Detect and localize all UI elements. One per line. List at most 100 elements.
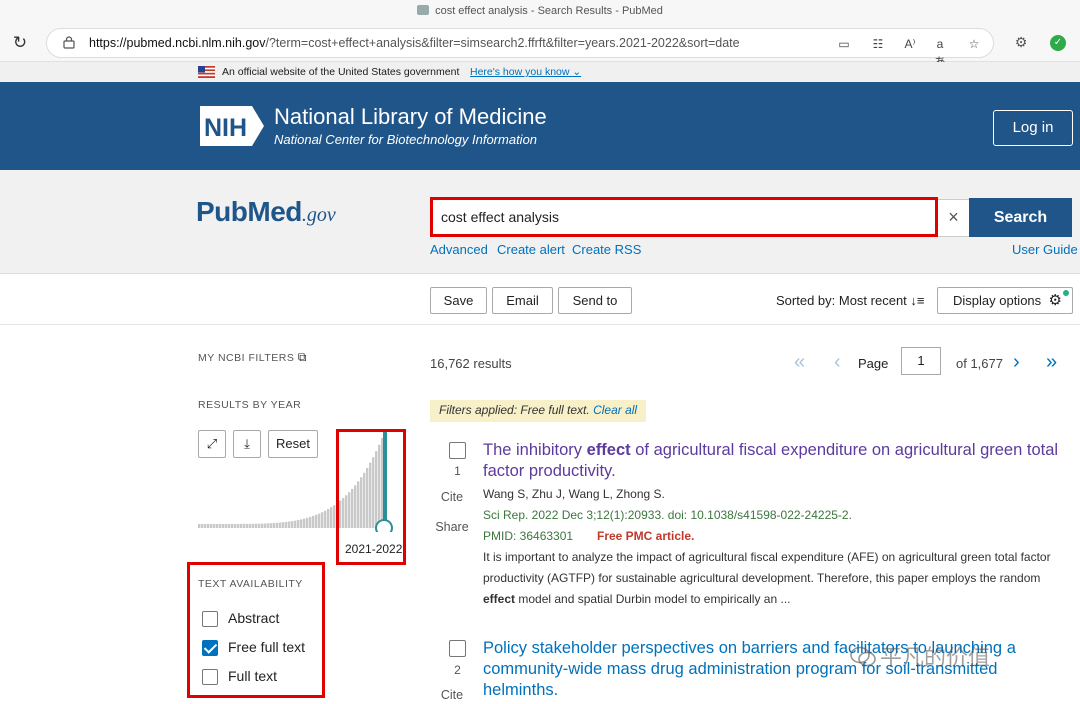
histogram-bar	[294, 520, 297, 528]
histogram-bar	[318, 513, 321, 528]
reload-icon[interactable]: ↻	[10, 33, 30, 53]
highlight-box-histogram	[336, 429, 406, 565]
create-alert-link[interactable]: Create alert	[497, 242, 565, 257]
logo-med-text: Med	[247, 196, 302, 227]
sort-label: Sorted by: Most recent	[776, 293, 907, 308]
filters-applied-bar: Filters applied: Free full text. Clear a…	[430, 400, 647, 422]
gov-banner-text: An official website of the United States…	[222, 66, 460, 78]
page-input[interactable]: 1	[901, 347, 941, 375]
histogram-bar	[222, 524, 225, 528]
email-button[interactable]: Email	[492, 287, 553, 314]
notification-dot	[1063, 290, 1069, 296]
histogram-bar	[249, 523, 252, 528]
display-options-button[interactable]: Display options ⚙	[937, 287, 1073, 314]
search-input[interactable]: cost effect analysis	[430, 197, 938, 237]
result-checkbox[interactable]	[449, 442, 466, 459]
user-guide-link[interactable]: User Guide	[1012, 242, 1078, 257]
histogram-bar	[237, 524, 240, 528]
clear-search-button[interactable]: ×	[938, 199, 970, 237]
histogram-bar	[213, 524, 216, 528]
my-ncbi-filters-heading[interactable]: MY NCBI FILTERS ⧉	[198, 350, 307, 365]
histogram-bar	[210, 524, 213, 528]
histogram-bar	[282, 522, 285, 528]
share-button[interactable]: Share	[430, 520, 474, 534]
result-checkbox[interactable]	[449, 640, 466, 657]
tab-title-text: cost effect analysis - Search Results - …	[435, 5, 663, 17]
qr-icon[interactable]: ☷	[869, 35, 887, 53]
histogram-bar	[327, 509, 330, 528]
tab-title[interactable]: cost effect analysis - Search Results - …	[0, 5, 1080, 17]
advanced-link[interactable]: Advanced	[430, 242, 488, 257]
histogram-bar	[312, 515, 315, 528]
reader-icon[interactable]: ▭	[835, 35, 853, 53]
result-title[interactable]: The inhibitory effect of agricultural fi…	[483, 440, 1063, 482]
next-page-icon[interactable]: ›	[1013, 351, 1020, 374]
histogram-bar	[216, 524, 219, 528]
logo-gov-text: .gov	[301, 204, 336, 226]
url-text[interactable]: https://pubmed.ncbi.nlm.nih.gov/?term=co…	[89, 36, 740, 50]
histogram-bar	[330, 507, 333, 528]
external-link-icon: ⧉	[297, 350, 307, 364]
results-toolbar: Save Email Send to Sorted by: Most recen…	[0, 275, 1080, 325]
histogram-bar	[231, 524, 234, 528]
search-band: PubMed.gov cost effect analysis × Search…	[0, 170, 1080, 274]
watermark: 平凡的价值	[850, 640, 990, 672]
nih-header: NIH National Library of Medicine Nationa…	[0, 82, 1080, 170]
histogram-bar	[219, 524, 222, 528]
histogram-bar	[309, 516, 312, 528]
address-bar[interactable]: https://pubmed.ncbi.nlm.nih.gov/?term=co…	[46, 28, 994, 69]
cite-button[interactable]: Cite	[430, 688, 474, 702]
save-button[interactable]: Save	[430, 287, 487, 314]
logo-pub-text: Pub	[196, 196, 248, 227]
histogram-bar	[306, 517, 309, 528]
histogram-bar	[243, 523, 246, 528]
free-pmc-badge: Free PMC article.	[597, 529, 695, 543]
histogram-bar	[246, 523, 249, 528]
result-snippet: It is important to analyze the impact of…	[483, 550, 1051, 606]
tab-favicon-icon	[417, 5, 430, 15]
browser-chrome: cost effect analysis - Search Results - …	[0, 0, 1080, 69]
histogram-bar	[297, 520, 300, 528]
lock-icon	[63, 36, 75, 49]
us-flag-icon	[198, 66, 215, 78]
last-page-icon[interactable]: »	[1046, 351, 1057, 374]
cite-button[interactable]: Cite	[430, 490, 474, 504]
favorite-icon[interactable]: ☆	[965, 35, 983, 53]
histogram-bar	[198, 524, 201, 528]
result-number: 1	[454, 464, 461, 478]
sort-icon: ↓≡	[910, 293, 925, 308]
gear-icon: ⚙	[1048, 292, 1062, 309]
histogram-bar	[201, 524, 204, 528]
sort-selector[interactable]: Sorted by: Most recent ↓≡	[776, 293, 925, 308]
page-total: of 1,677	[956, 356, 1003, 371]
pubmed-logo[interactable]: PubMed.gov	[196, 196, 366, 242]
nih-logo[interactable]: NIH	[198, 104, 266, 148]
histogram-bar	[324, 510, 327, 528]
page-label: Page	[858, 356, 889, 371]
extension-icon[interactable]: ⚙	[1012, 34, 1030, 52]
login-button[interactable]: Log in	[993, 110, 1073, 146]
search-button[interactable]: Search	[969, 198, 1072, 237]
send-to-button[interactable]: Send to	[558, 287, 632, 314]
create-rss-link[interactable]: Create RSS	[572, 242, 641, 257]
gov-banner-link[interactable]: Here's how you know ⌄	[470, 66, 581, 78]
histogram-bar	[285, 521, 288, 528]
histogram-bar	[261, 523, 264, 528]
result-number: 2	[454, 663, 461, 677]
chat-bubble-icon	[850, 646, 876, 667]
nlm-subtitle: National Center for Biotechnology Inform…	[274, 132, 538, 147]
histogram-bar	[264, 523, 267, 528]
first-page-icon[interactable]: «	[794, 351, 805, 374]
read-aloud-icon[interactable]: A⁾	[901, 35, 919, 53]
translate-icon[interactable]: aあ	[931, 35, 949, 69]
histogram-bar	[276, 522, 279, 528]
prev-page-icon[interactable]: ‹	[834, 351, 841, 374]
histogram-bar	[240, 523, 243, 528]
shield-check-icon[interactable]: ✓	[1050, 35, 1066, 51]
result-pmid: PMID: 36463301	[483, 529, 574, 543]
watermark-text: 平凡的价值	[880, 645, 991, 670]
histogram-bar	[288, 521, 291, 528]
clear-all-link[interactable]: Clear all	[593, 403, 637, 417]
nlm-title[interactable]: National Library of Medicine	[274, 104, 547, 130]
filters-applied-text: Filters applied: Free full text.	[439, 403, 590, 417]
